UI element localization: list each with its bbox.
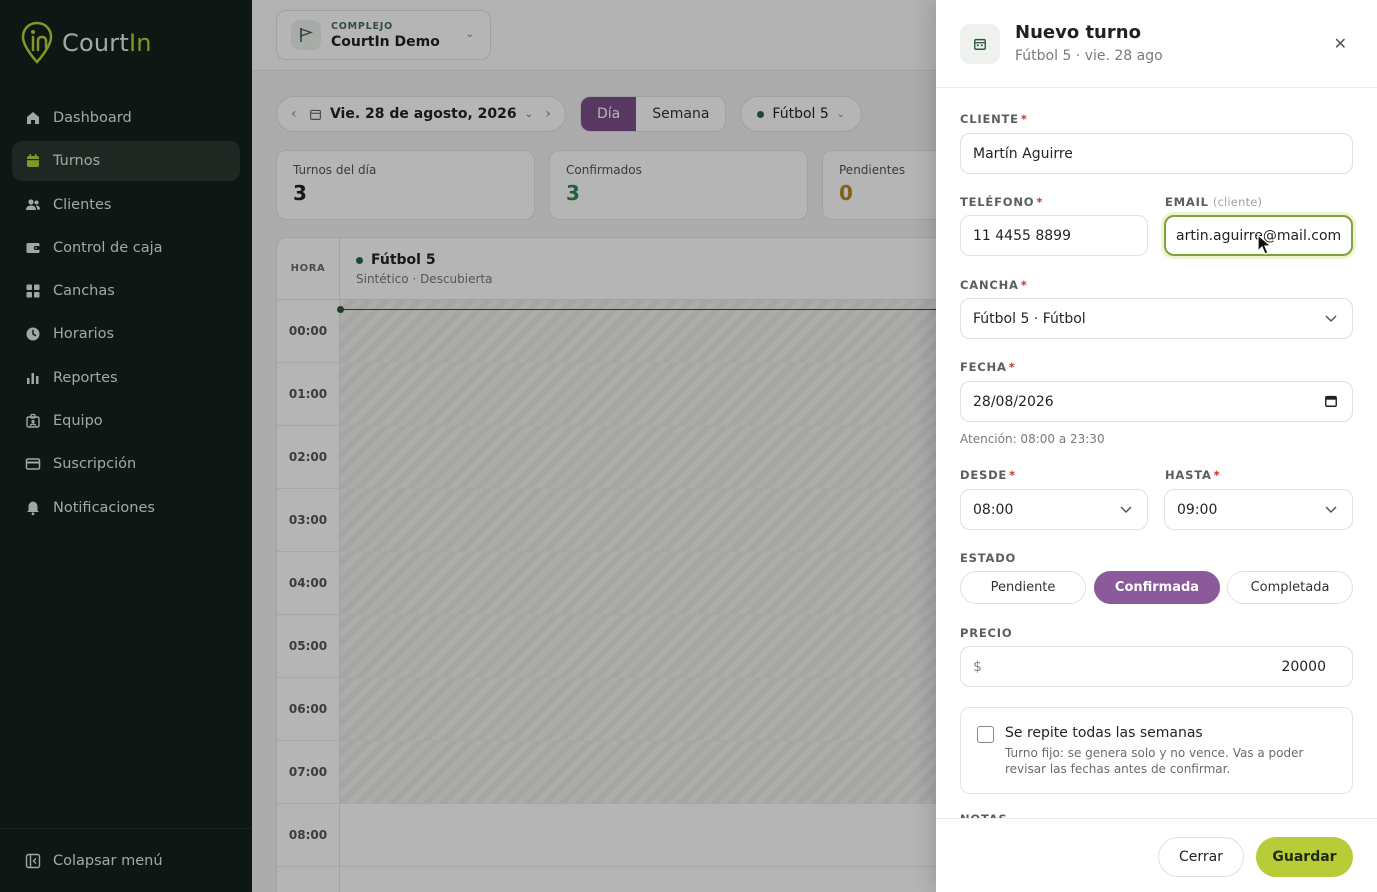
precio-input[interactable]: $ 20000: [960, 646, 1353, 687]
mouse-cursor-icon: [1257, 234, 1273, 255]
desde-label: DESDE *: [960, 468, 1016, 482]
estado-pendiente-button[interactable]: Pendiente: [960, 571, 1086, 604]
panel-title: Nuevo turno: [1015, 22, 1141, 43]
fecha-input[interactable]: 28/08/2026: [960, 381, 1353, 422]
calendar-icon[interactable]: [1324, 394, 1338, 408]
modal-backdrop[interactable]: [0, 0, 936, 892]
currency-symbol: $: [973, 658, 982, 675]
close-icon[interactable]: ✕: [1334, 34, 1347, 53]
atencion-helper: Atención: 08:00 a 23:30: [960, 432, 1105, 446]
chevron-down-icon: [1325, 506, 1337, 514]
cliente-label: CLIENTE *: [960, 112, 1028, 126]
fecha-label: FECHA *: [960, 360, 1016, 374]
chevron-down-icon: [1325, 315, 1337, 323]
panel-footer: Cerrar Guardar: [936, 818, 1377, 892]
precio-value: 20000: [1281, 658, 1326, 675]
hasta-label: HASTA *: [1165, 468, 1221, 482]
telefono-input[interactable]: 11 4455 8899: [960, 215, 1148, 256]
cancha-label: CANCHA *: [960, 278, 1028, 292]
guardar-button[interactable]: Guardar: [1256, 837, 1353, 877]
telefono-label: TELÉFONO *: [960, 195, 1044, 209]
chevron-down-icon: [1120, 506, 1132, 514]
cancha-select[interactable]: Fútbol 5 · Fútbol: [960, 298, 1353, 339]
repeat-weekly-checkbox[interactable]: [977, 726, 994, 743]
calendar-icon: [960, 24, 1000, 64]
cerrar-button[interactable]: Cerrar: [1158, 837, 1244, 877]
repeat-weekly-option: Se repite todas las semanas Turno fijo: …: [960, 707, 1353, 794]
estado-completada-button[interactable]: Completada: [1227, 571, 1353, 604]
panel-header: Nuevo turno Fútbol 5 · vie. 28 ago ✕: [936, 0, 1377, 88]
hasta-select[interactable]: 09:00: [1164, 489, 1353, 530]
repeat-description: Turno fijo: se genera solo y no vence. V…: [1005, 746, 1304, 776]
email-label: EMAIL (cliente): [1165, 195, 1263, 209]
estado-confirmada-button[interactable]: Confirmada: [1094, 571, 1220, 604]
precio-label: PRECIO: [960, 626, 1013, 640]
desde-select[interactable]: 08:00: [960, 489, 1148, 530]
panel-subtitle: Fútbol 5 · vie. 28 ago: [1015, 48, 1163, 64]
cliente-input[interactable]: Martín Aguirre: [960, 133, 1353, 174]
estado-label: ESTADO: [960, 551, 1017, 565]
repeat-title: Se repite todas las semanas: [1005, 725, 1203, 741]
